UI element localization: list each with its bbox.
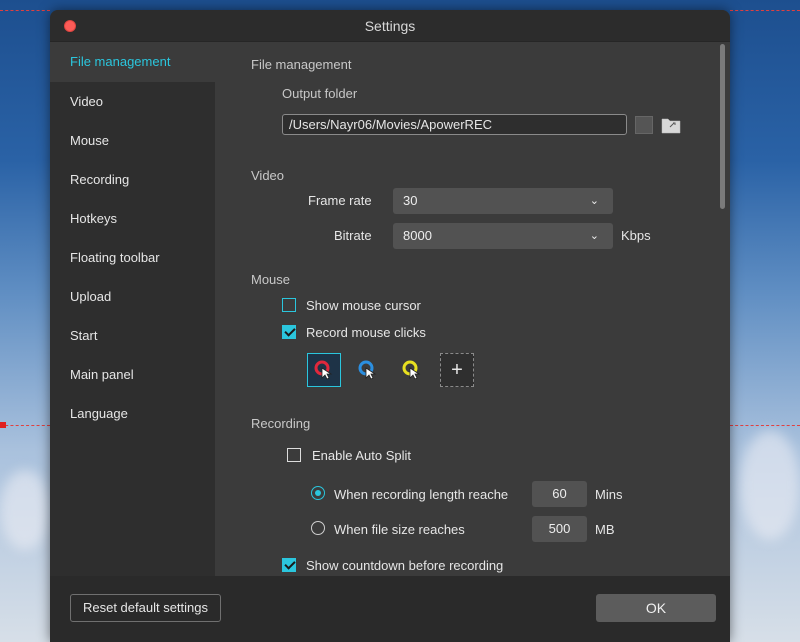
show-cursor-label: Show mouse cursor — [306, 298, 421, 313]
reset-default-button[interactable]: Reset default settings — [70, 594, 221, 622]
sidebar-item-recording[interactable]: Recording — [50, 160, 215, 199]
section-title-video: Video — [251, 168, 285, 183]
settings-window: Settings File management Video Mouse Rec… — [50, 10, 730, 642]
sidebar-item-file-management[interactable]: File management — [50, 42, 215, 82]
sidebar-item-mouse[interactable]: Mouse — [50, 121, 215, 160]
window-title: Settings — [364, 18, 416, 34]
chevron-down-icon: ⌄ — [589, 230, 599, 242]
size-label: When file size reaches — [334, 522, 465, 537]
background-dashed-line — [730, 10, 800, 11]
add-cursor-style-button[interactable]: + — [440, 353, 474, 387]
record-clicks-label: Record mouse clicks — [306, 325, 426, 340]
red-click-cursor-icon — [314, 360, 333, 380]
bitrate-label: Bitrate — [334, 228, 372, 243]
section-title-mouse: Mouse — [251, 272, 291, 287]
auto-split-checkbox[interactable] — [287, 448, 301, 462]
blue-click-cursor-icon — [358, 360, 377, 380]
background-dashed-line — [730, 425, 800, 426]
size-input[interactable]: 500 — [532, 516, 587, 542]
size-radio[interactable] — [311, 521, 325, 535]
sidebar-item-video[interactable]: Video — [50, 82, 215, 121]
auto-split-label: Enable Auto Split — [312, 448, 412, 463]
output-folder-input[interactable]: /Users/Nayr06/Movies/ApowerREC — [282, 114, 627, 135]
sidebar-item-hotkeys[interactable]: Hotkeys — [50, 199, 215, 238]
more-options-button[interactable] — [635, 116, 653, 134]
frame-rate-value: 30 — [403, 193, 418, 208]
background-dashed-line — [0, 425, 50, 426]
record-clicks-checkbox[interactable] — [282, 325, 296, 339]
output-folder-label: Output folder — [282, 86, 358, 101]
frame-rate-label: Frame rate — [308, 193, 372, 208]
frame-rate-select[interactable]: 30 ⌄ — [393, 188, 613, 214]
folder-icon[interactable] — [661, 116, 681, 134]
background-cloud — [740, 430, 800, 540]
footer: Reset default settings OK — [50, 576, 730, 642]
ok-button[interactable]: OK — [596, 594, 716, 622]
cursor-style-red[interactable] — [307, 353, 341, 387]
sidebar: File management Video Mouse Recording Ho… — [50, 42, 215, 576]
title-bar: Settings — [50, 10, 730, 42]
length-radio[interactable] — [311, 486, 325, 500]
cursor-style-blue[interactable] — [351, 353, 385, 387]
scrollbar[interactable] — [720, 44, 725, 209]
close-icon[interactable] — [64, 20, 76, 32]
chevron-down-icon: ⌄ — [589, 195, 599, 207]
length-unit: Mins — [595, 487, 623, 502]
bitrate-select[interactable]: 8000 ⌄ — [393, 223, 613, 249]
background-dashed-line — [0, 10, 50, 11]
countdown-label: Show countdown before recording — [306, 558, 504, 573]
sidebar-item-upload[interactable]: Upload — [50, 277, 215, 316]
countdown-checkbox[interactable] — [282, 558, 296, 572]
length-label: When recording length reache — [334, 487, 509, 502]
background-cloud — [0, 470, 50, 550]
sidebar-item-floating-toolbar[interactable]: Floating toolbar — [50, 238, 215, 277]
settings-content: File management Output folder /Users/Nay… — [215, 42, 730, 576]
show-cursor-checkbox[interactable] — [282, 298, 296, 312]
size-unit: MB — [595, 522, 615, 537]
section-title-file-management: File management — [251, 57, 352, 72]
sidebar-item-start[interactable]: Start — [50, 316, 215, 355]
sidebar-item-main-panel[interactable]: Main panel — [50, 355, 215, 394]
sidebar-item-language[interactable]: Language — [50, 394, 215, 433]
bitrate-unit: Kbps — [621, 228, 651, 243]
background-marker — [0, 422, 6, 428]
length-input[interactable]: 60 — [532, 481, 587, 507]
yellow-click-cursor-icon — [402, 360, 421, 380]
cursor-style-yellow[interactable] — [395, 353, 429, 387]
section-title-recording: Recording — [251, 416, 311, 431]
bitrate-value: 8000 — [403, 228, 432, 243]
